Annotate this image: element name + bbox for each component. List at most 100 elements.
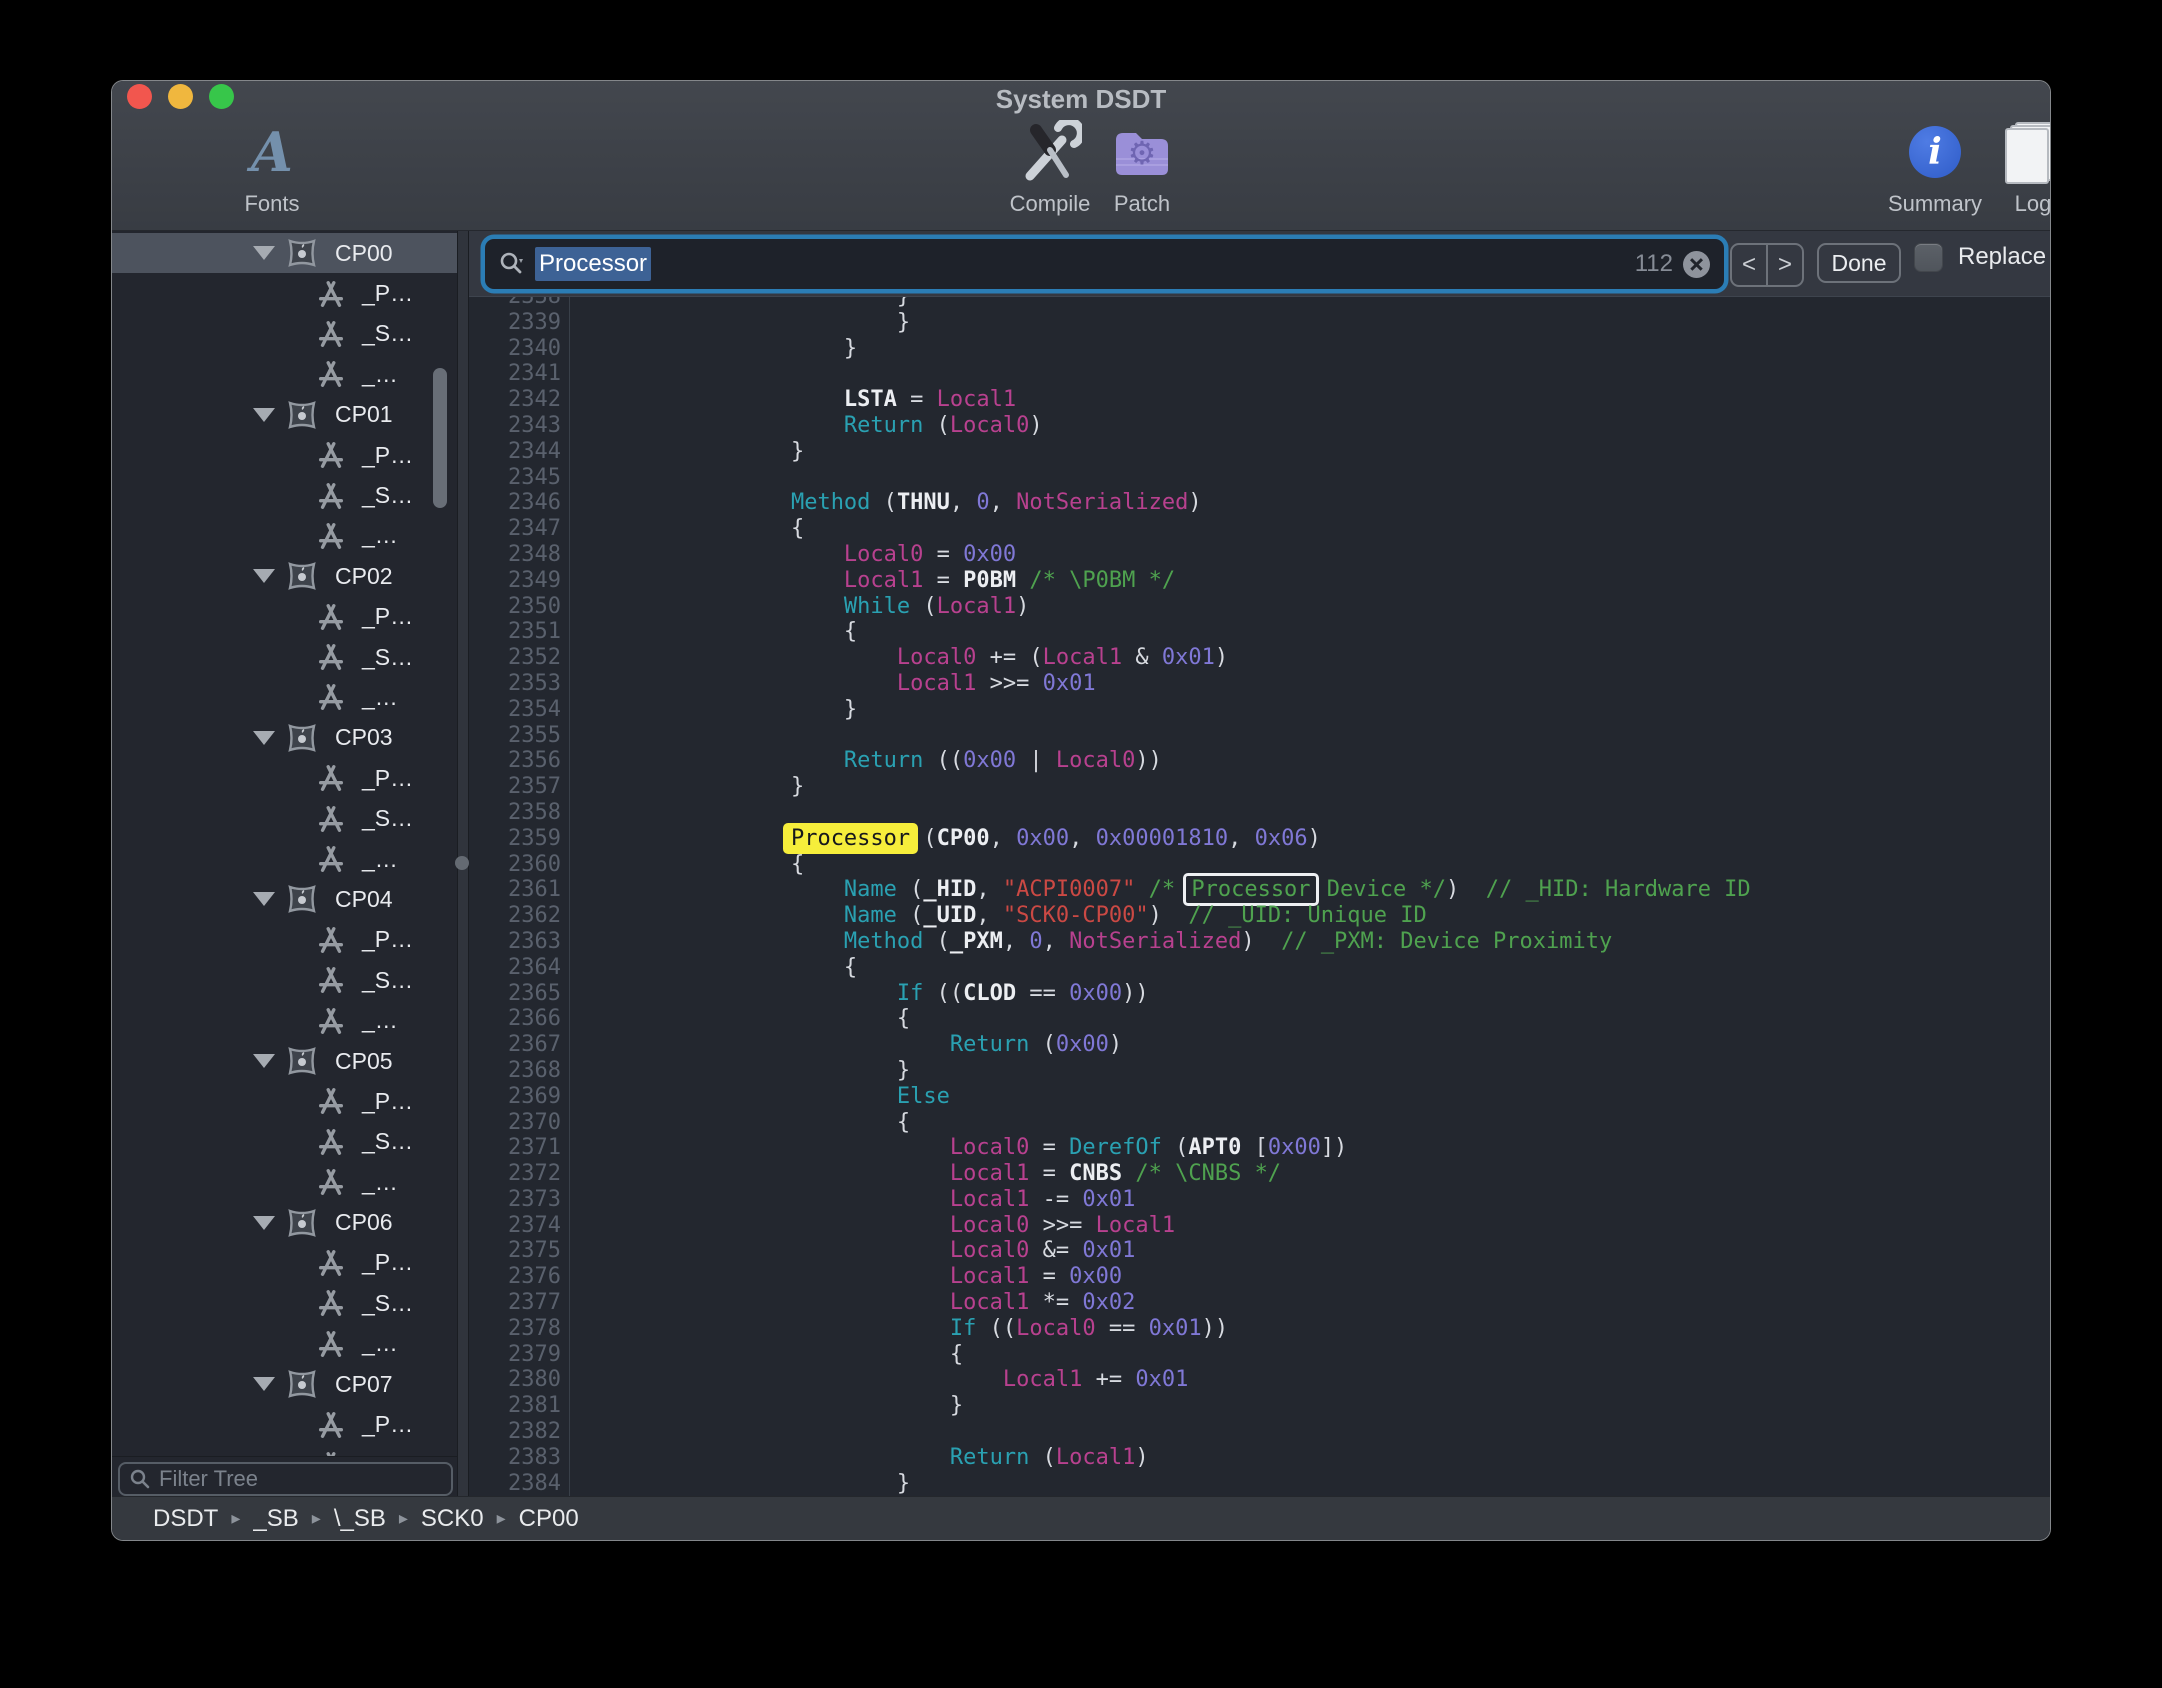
code-line: Local0 >>= Local1 — [632, 1213, 1751, 1239]
gear-icon: ⚙ — [1113, 137, 1171, 169]
method-icon — [316, 1006, 346, 1036]
done-button[interactable]: Done — [1817, 243, 1901, 283]
fonts-a-icon: A — [251, 125, 293, 179]
code-line: Return (0x00) — [632, 1032, 1751, 1058]
tree-child-item[interactable]: _P… — [112, 1243, 457, 1283]
tree-child-item[interactable]: _… — [112, 354, 457, 394]
disclosure-triangle-icon[interactable] — [253, 892, 275, 906]
tree-item-CP00[interactable]: CP00 — [112, 233, 457, 273]
line-number: 2382 — [469, 1419, 561, 1445]
tree-child-item[interactable]: _S… — [112, 637, 457, 677]
find-next-button[interactable]: > — [1766, 245, 1802, 285]
tree-child-item[interactable]: _P… — [112, 435, 457, 475]
breadcrumb-item[interactable]: SCK0 — [421, 1505, 484, 1533]
toolbar-item-fonts[interactable]: A Fonts — [192, 119, 352, 217]
code-line: Processor (CP00, 0x00, 0x00001810, 0x06) — [632, 826, 1751, 852]
disclosure-triangle-icon[interactable] — [253, 1054, 275, 1068]
code-line — [632, 465, 1751, 491]
pane-divider[interactable] — [457, 231, 469, 1496]
tree-child-item[interactable]: _… — [112, 1324, 457, 1364]
toolbar-item-print[interactable]: Print — [2033, 119, 2050, 217]
method-icon — [316, 1167, 346, 1197]
tree-item-CP03[interactable]: CP03 — [112, 718, 457, 758]
tree-child-item[interactable]: _… — [112, 1162, 457, 1202]
tree-item-CP02[interactable]: CP02 — [112, 556, 457, 596]
find-prev-next-control: < > — [1730, 243, 1804, 287]
tree-child-item[interactable]: _P… — [112, 758, 457, 798]
breadcrumb-item[interactable]: DSDT — [153, 1505, 218, 1533]
find-previous-button[interactable]: < — [1732, 245, 1766, 285]
tree-item-CP06[interactable]: CP06 — [112, 1202, 457, 1242]
method-icon — [316, 440, 346, 470]
code-line: Local1 = CNBS /* \CNBS */ — [632, 1161, 1751, 1187]
disclosure-triangle-icon[interactable] — [253, 246, 275, 260]
divider-handle-icon[interactable] — [455, 856, 469, 870]
filter-placeholder: Filter Tree — [159, 1466, 258, 1492]
tree-child-item[interactable]: _P… — [112, 597, 457, 637]
tree-child-item[interactable]: _S… — [112, 960, 457, 1000]
tree-child-item[interactable]: _S… — [112, 1283, 457, 1323]
method-icon — [316, 763, 346, 793]
code-editor[interactable]: } } } LSTA = Local1 Return (Local0) } Me… — [570, 297, 1751, 1496]
tree-child-item[interactable]: _… — [112, 1000, 457, 1040]
breadcrumb-item[interactable]: \_SB — [334, 1505, 386, 1533]
code-line: } — [632, 297, 1751, 310]
find-input[interactable]: Processor 112 — [485, 239, 1724, 289]
method-icon — [316, 1450, 346, 1456]
line-number: 2348 — [469, 542, 561, 568]
tree-child-item[interactable]: _P… — [112, 1081, 457, 1121]
dsdt-tree: CP00 _P… _S… _… — [112, 231, 457, 1456]
tree-child-item[interactable]: _S… — [112, 314, 457, 354]
tree-child-item[interactable]: _P… — [112, 920, 457, 960]
tree-child-item[interactable]: _… — [112, 839, 457, 879]
breadcrumb-item[interactable]: CP00 — [519, 1505, 579, 1533]
filter-tree-input[interactable]: Filter Tree — [118, 1462, 453, 1496]
sidebar-scrollbar[interactable] — [433, 368, 447, 508]
disclosure-triangle-icon[interactable] — [253, 1216, 275, 1230]
code-line: { — [632, 619, 1751, 645]
breadcrumb-item[interactable]: _SB — [253, 1505, 298, 1533]
line-number: 2379 — [469, 1342, 561, 1368]
code-line: Method (THNU, 0, NotSerialized) — [632, 490, 1751, 516]
disclosure-triangle-icon[interactable] — [253, 731, 275, 745]
tree-child-item[interactable]: _S… — [112, 475, 457, 515]
tree-item-CP01[interactable]: CP01 — [112, 395, 457, 435]
line-number: 2359 — [469, 826, 561, 852]
toolbar-item-patch[interactable]: ⚙ Patch — [1062, 119, 1222, 217]
disclosure-triangle-icon[interactable] — [253, 569, 275, 583]
tree-child-item[interactable]: _S… — [112, 1122, 457, 1162]
window-title: System DSDT — [112, 84, 2050, 115]
replace-checkbox[interactable] — [1915, 244, 1942, 271]
line-number: 2383 — [469, 1445, 561, 1471]
search-scope-icon[interactable] — [499, 251, 525, 277]
clear-search-icon[interactable] — [1683, 251, 1710, 278]
toolbar-label: Fonts — [244, 191, 299, 217]
method-icon — [316, 1086, 346, 1116]
line-number: 2362 — [469, 903, 561, 929]
scope-icon — [286, 884, 318, 914]
breadcrumb-separator-icon: ▸ — [312, 1508, 321, 1529]
tree-child-label: _P… — [362, 603, 413, 630]
tree-item-CP04[interactable]: CP04 — [112, 879, 457, 919]
code-viewport[interactable]: 2338233923402341234223432344234523462347… — [469, 297, 2050, 1496]
tree-child-item[interactable]: _S… — [112, 1445, 457, 1456]
tree-child-label: _P… — [362, 442, 413, 469]
tree-child-item[interactable]: _S… — [112, 798, 457, 838]
sidebar: CP00 _P… _S… _… — [112, 231, 457, 1496]
tree-item-CP05[interactable]: CP05 — [112, 1041, 457, 1081]
disclosure-triangle-icon[interactable] — [253, 408, 275, 422]
tree-child-item[interactable]: _… — [112, 677, 457, 717]
disclosure-triangle-icon[interactable] — [253, 1377, 275, 1391]
code-line: { — [632, 1006, 1751, 1032]
tree-child-item[interactable]: _P… — [112, 273, 457, 313]
tree-child-item[interactable]: _P… — [112, 1404, 457, 1444]
tree-child-label: _S… — [362, 644, 413, 671]
line-number: 2384 — [469, 1471, 561, 1496]
tree-item-label: CP04 — [335, 886, 393, 913]
code-line: If ((CLOD == 0x00)) — [632, 981, 1751, 1007]
code-line: Local0 &= 0x01 — [632, 1238, 1751, 1264]
code-line — [632, 1419, 1751, 1445]
tree-item-CP07[interactable]: CP07 — [112, 1364, 457, 1404]
tree-child-label: _P… — [362, 765, 413, 792]
tree-child-item[interactable]: _… — [112, 516, 457, 556]
